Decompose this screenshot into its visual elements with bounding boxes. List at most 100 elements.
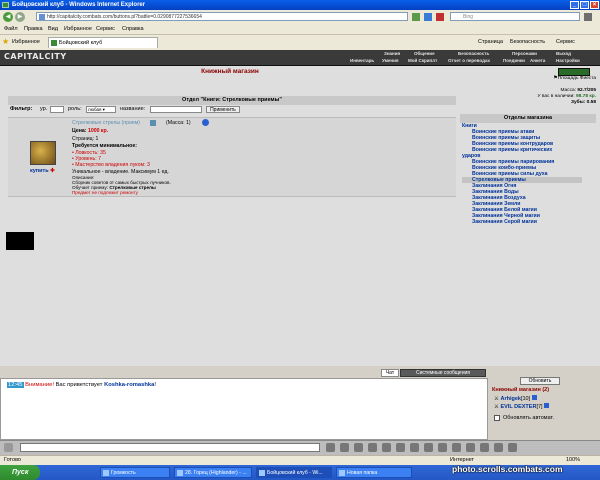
- online-user-1[interactable]: ⚔ Arhigek[10]: [494, 395, 537, 402]
- chat-tabs: Чат Системные сообщения: [0, 368, 488, 378]
- favorites-button[interactable]: Избранное: [12, 39, 40, 45]
- friends-icon[interactable]: [438, 443, 447, 452]
- lock-icon[interactable]: [494, 443, 503, 452]
- apply-filter-button[interactable]: Применить: [206, 106, 240, 113]
- message-time[interactable]: 12:45: [7, 382, 24, 388]
- site-logo: CAPITALCITY: [4, 52, 67, 61]
- nav-skills[interactable]: Умения: [382, 58, 399, 63]
- tab-bar: ★ Избранное Бойцовский клуб Страница Без…: [0, 35, 600, 51]
- nav-inventory[interactable]: Инвентарь: [350, 58, 374, 63]
- chat-message: 12:45 Внимание! Вас приветствует Koshka-…: [7, 382, 156, 388]
- map-icon[interactable]: [424, 443, 433, 452]
- nav-fights[interactable]: Поединки: [503, 58, 525, 63]
- auto-refresh-label: Обновлять автомат.: [503, 415, 554, 421]
- nav-characters[interactable]: Персонажи: [512, 51, 537, 56]
- requirements-title: Требуется минимальное:: [72, 143, 137, 149]
- name-input[interactable]: [150, 106, 202, 113]
- chat-input[interactable]: [20, 443, 320, 452]
- task-highlander[interactable]: 28. Горец (Highlander) - ...: [174, 467, 252, 478]
- chat-mode-icon[interactable]: [4, 443, 13, 452]
- no-repair-note: Предмет не подлежит ремонту: [72, 190, 138, 195]
- dept-critical[interactable]: Воинские приемы критических: [472, 147, 552, 153]
- menu-favorites[interactable]: Избранное: [64, 25, 92, 33]
- online-user-2[interactable]: ⚔ EVIL DEXTER[7]: [494, 403, 550, 410]
- nav-exit[interactable]: Выход: [556, 51, 571, 56]
- task-fight-club[interactable]: Бойцовский клуб - Wi...: [256, 467, 332, 478]
- translit-icon[interactable]: [382, 443, 391, 452]
- status-text: Готово: [4, 457, 21, 463]
- online-room-title: Книжный магазин (2): [492, 387, 550, 393]
- search-icon[interactable]: [584, 13, 592, 21]
- location-link[interactable]: ⚑Площадь Фиеста: [553, 76, 596, 81]
- tab-fight-club[interactable]: Бойцовский клуб: [48, 37, 158, 48]
- window-title-bar[interactable]: Бойцовский клуб - Windows Internet Explo…: [0, 0, 600, 10]
- message-user[interactable]: Koshka-romashka: [104, 382, 154, 388]
- search-placeholder: Bing: [463, 14, 474, 20]
- send-icon[interactable]: [326, 443, 335, 452]
- smile-icon[interactable]: [354, 443, 363, 452]
- watermark: photo.scrolls.combats.com: [452, 464, 563, 474]
- item-info-icon[interactable]: [150, 120, 156, 126]
- nav-settings[interactable]: Настройки: [556, 58, 580, 63]
- start-button[interactable]: Пуск: [0, 465, 40, 480]
- item-mass: (Масса: 1): [166, 120, 191, 126]
- dept-gray-magic[interactable]: Заклинания Серой магии: [472, 219, 537, 225]
- maximize-button[interactable]: □: [580, 1, 589, 9]
- filter-icon[interactable]: [368, 443, 377, 452]
- filter-row: Фильтр: ур. роль: любая ▾ название: Прим…: [8, 105, 456, 115]
- tab-title: Бойцовский клуб: [59, 40, 103, 46]
- level-input[interactable]: [50, 106, 64, 113]
- search-input[interactable]: Bing: [450, 12, 580, 21]
- chat-panel: 12:45 Внимание! Вас приветствует Koshka-…: [0, 378, 488, 440]
- menu-tools[interactable]: Сервис: [96, 25, 115, 33]
- forward-button[interactable]: ▶: [15, 12, 25, 22]
- shop-page: Книжный магазин ⚑Площадь Фиеста Масса: 9…: [0, 66, 600, 366]
- page-menu[interactable]: Страница: [478, 39, 503, 45]
- settings-icon[interactable]: [466, 443, 475, 452]
- filter-label: Фильтр:: [10, 106, 33, 112]
- address-input[interactable]: http://capitalcity.combats.com/buttons.p…: [36, 12, 408, 21]
- clear-icon[interactable]: [340, 443, 349, 452]
- nav-my-script[interactable]: Мой Скриплт: [408, 58, 437, 63]
- req-bow-mastery: • Мастерство владения луком: 3: [72, 162, 150, 168]
- help-icon[interactable]: [202, 119, 209, 126]
- scroll-icon[interactable]: [396, 443, 405, 452]
- refresh-button[interactable]: Обновить: [520, 377, 560, 385]
- money-info: У вас в наличии: 98.78 кр.: [537, 94, 596, 99]
- mail-icon[interactable]: [452, 443, 461, 452]
- nav-communication[interactable]: Общение: [414, 51, 435, 56]
- exit-icon[interactable]: [508, 443, 517, 452]
- task-volume[interactable]: Громкость: [100, 467, 170, 478]
- buy-button[interactable]: купить ✚: [30, 168, 55, 174]
- minimize-button[interactable]: _: [570, 1, 579, 9]
- menu-help[interactable]: Справка: [122, 25, 144, 33]
- menu-file[interactable]: Файл: [4, 25, 18, 33]
- zoom-level[interactable]: 100%: [566, 457, 580, 463]
- auto-refresh-checkbox[interactable]: [494, 415, 500, 421]
- favorites-star-icon[interactable]: ★: [2, 38, 9, 46]
- task-new-folder[interactable]: Новая папка: [336, 467, 412, 478]
- nav-knowledge[interactable]: Знания: [384, 51, 400, 56]
- nav-safety[interactable]: Безопасность: [458, 51, 489, 56]
- item-name[interactable]: Стрелковые стрелы (прием): [72, 120, 140, 126]
- refresh-icon[interactable]: [424, 13, 432, 21]
- role-label: роль:: [68, 106, 82, 112]
- page-favicon: [39, 14, 45, 20]
- tab-chat[interactable]: Чат: [381, 369, 399, 377]
- help-chat-icon[interactable]: [480, 443, 489, 452]
- volume-icon[interactable]: [410, 443, 419, 452]
- tab-system-messages[interactable]: Системные сообщения: [400, 369, 486, 377]
- online-panel: Обновить Книжный магазин (2) ⚔ Arhigek[1…: [490, 370, 600, 440]
- nav-transfer-report[interactable]: Отчет о переводах: [448, 58, 490, 63]
- tools-menu[interactable]: Сервис: [556, 39, 575, 45]
- menu-view[interactable]: Вид: [48, 25, 58, 33]
- stop-icon[interactable]: [436, 13, 444, 21]
- nav-profile[interactable]: Анкета: [530, 58, 545, 63]
- back-button[interactable]: ◀: [3, 12, 13, 22]
- close-button[interactable]: ×: [590, 1, 599, 9]
- menu-edit[interactable]: Правка: [24, 25, 43, 33]
- go-icon[interactable]: [412, 13, 420, 21]
- safety-menu[interactable]: Безопасность: [510, 39, 545, 45]
- role-select[interactable]: любая ▾: [86, 106, 116, 113]
- item-pages: Страниц: 1: [72, 136, 99, 142]
